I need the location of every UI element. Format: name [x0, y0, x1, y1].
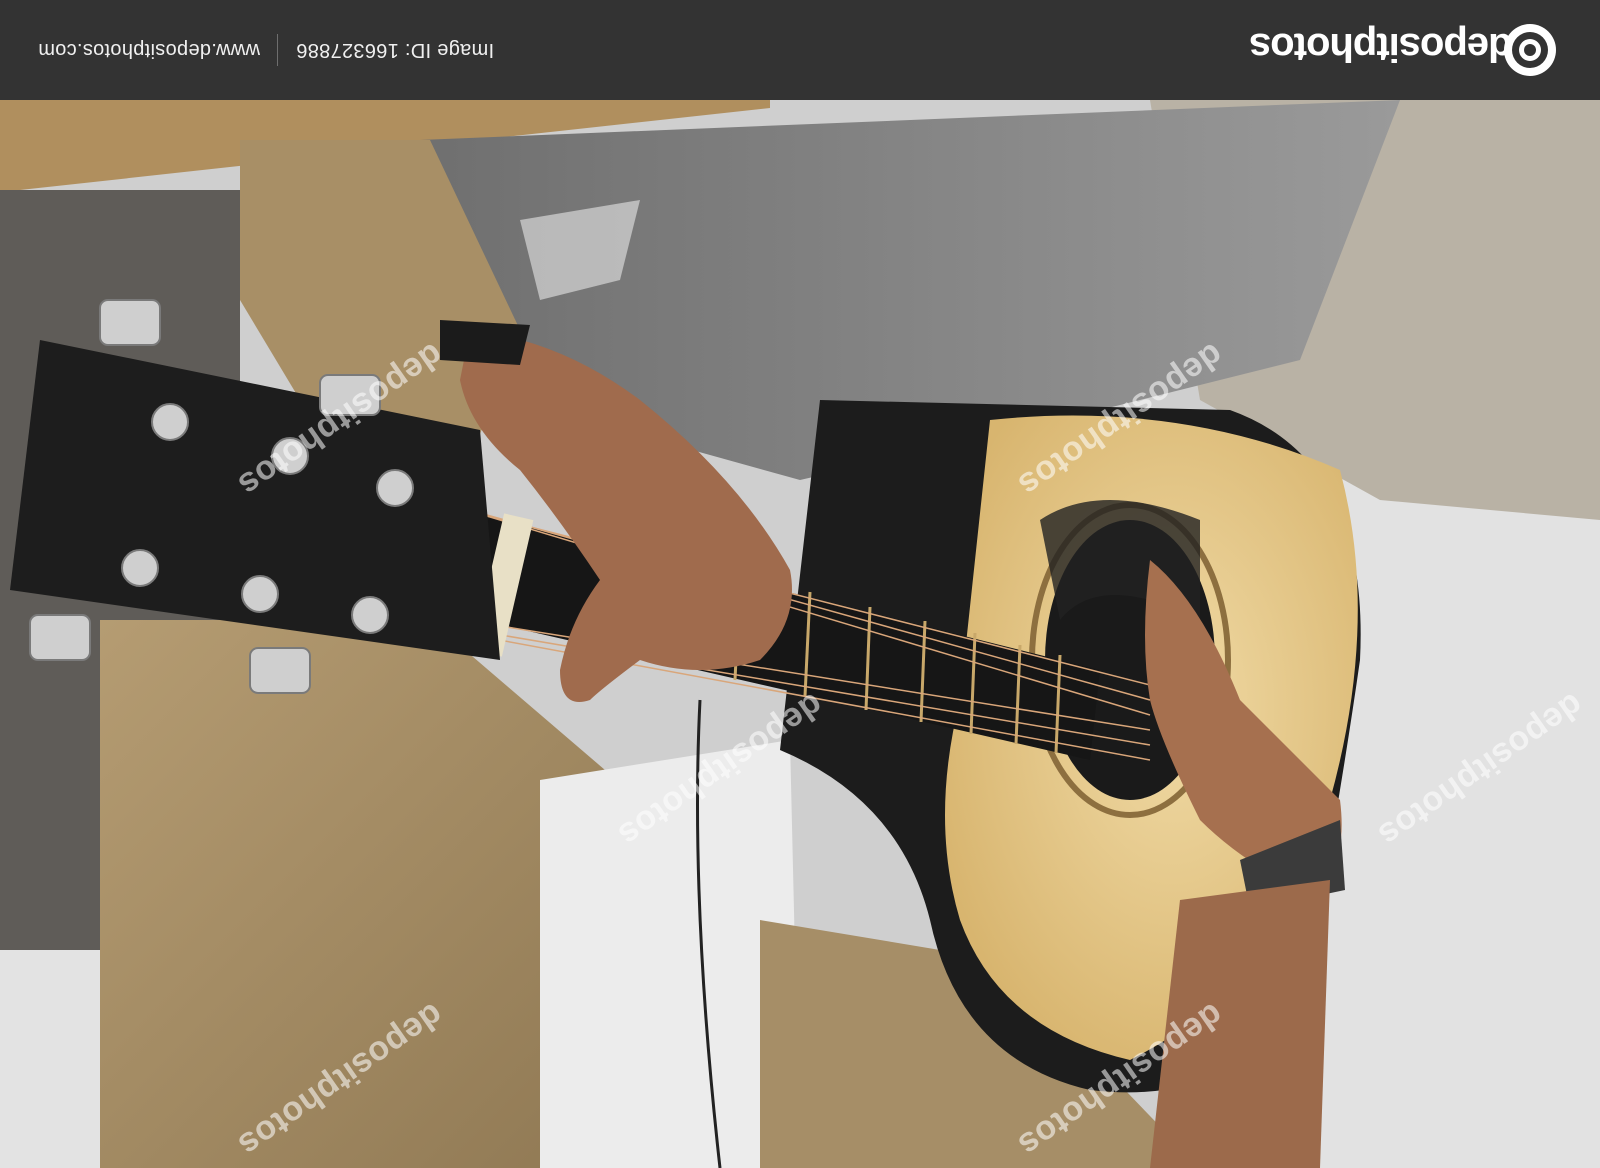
camera-logo-icon — [1504, 24, 1556, 76]
banner-divider — [277, 34, 278, 66]
wristband — [440, 320, 530, 365]
photo-illustration — [0, 100, 1600, 1168]
image-id-label: Image ID: 166327886 — [296, 39, 495, 61]
brand-wordmark: depositphotos — [1250, 25, 1513, 69]
stock-photo-banner: www.depositphotos.com Image ID: 16632788… — [0, 0, 1600, 100]
website-url: www.depositphotos.com — [38, 39, 260, 61]
guitar-photo: depositphotos depositphotos depositphoto… — [0, 100, 1600, 1168]
